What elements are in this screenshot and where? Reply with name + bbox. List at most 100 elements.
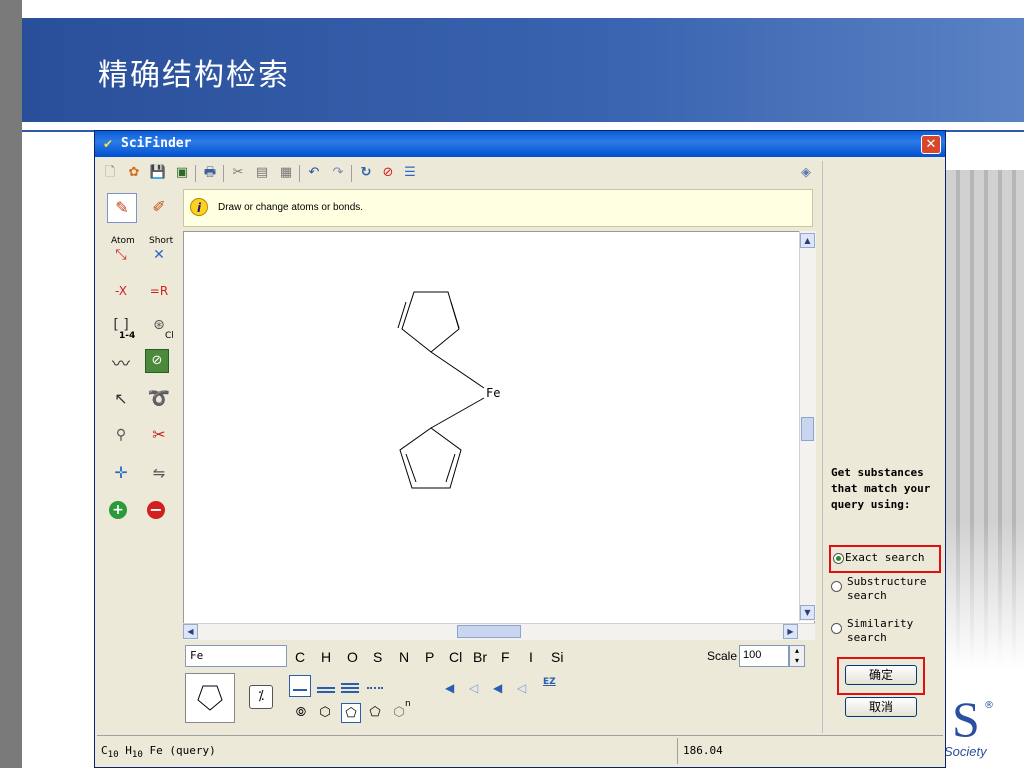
- exact-search-label: Exact search: [845, 551, 925, 564]
- element-button-s[interactable]: S: [373, 649, 382, 665]
- window-titlebar[interactable]: ✔ SciFinder ✕: [95, 131, 945, 157]
- undo-icon[interactable]: ↶: [305, 164, 323, 182]
- print-icon[interactable]: 🖶: [201, 164, 219, 182]
- chlorine-label: Cl: [165, 331, 174, 341]
- formula-carbon-count: 10: [107, 749, 119, 761]
- wavy-bond-icon[interactable]: 〰: [107, 351, 135, 379]
- wedge-bond-icon[interactable]: ◀: [445, 681, 454, 695]
- ok-button[interactable]: 确定: [845, 665, 917, 685]
- reverse-hashed-icon[interactable]: ◁: [517, 681, 526, 695]
- scroll-right-icon[interactable]: ▶: [783, 624, 798, 639]
- toolbar-separator: [223, 165, 224, 182]
- slide-left-strip: [0, 0, 22, 768]
- substructure-search-radio[interactable]: [831, 581, 842, 592]
- ring-template-preview[interactable]: [185, 673, 235, 723]
- element-button-i[interactable]: I: [529, 649, 533, 665]
- horizontal-scrollbar[interactable]: ◀ ▶: [183, 623, 815, 640]
- info-icon: i: [190, 198, 208, 216]
- fe-bond-upper: [430, 351, 485, 389]
- select-arrow-icon[interactable]: ↖: [107, 385, 135, 413]
- element-button-cl[interactable]: Cl: [449, 649, 462, 665]
- flip-icon[interactable]: ⇋: [145, 459, 173, 487]
- triple-bond-button[interactable]: [341, 683, 359, 693]
- lock-ring-icon[interactable]: ⊘: [145, 349, 169, 373]
- formula-hydrogen-count: 10: [131, 749, 143, 761]
- formula-rest: Fe (query): [142, 744, 216, 757]
- eraser-icon[interactable]: ✐: [145, 193, 173, 221]
- r-group-tool[interactable]: =R: [145, 277, 173, 305]
- lower-ring-double-bond: [405, 453, 417, 483]
- clear-icon[interactable]: ⊘: [379, 164, 397, 182]
- element-button-o[interactable]: O: [347, 649, 358, 665]
- shortcut-tool-icon[interactable]: ✕: [145, 241, 173, 269]
- delete-bond-icon[interactable]: ✂: [145, 421, 173, 449]
- scroll-up-icon[interactable]: ▲: [800, 233, 815, 248]
- redo-icon[interactable]: ↷: [329, 164, 347, 182]
- zoom-out-icon[interactable]: −: [147, 501, 165, 519]
- horizontal-scroll-thumb[interactable]: [457, 625, 521, 638]
- scale-spinner[interactable]: ▴ ▾: [789, 645, 805, 667]
- upper-cyclopentadienyl-ring: [401, 291, 460, 353]
- rotate-icon[interactable]: ✛: [107, 459, 135, 487]
- help-icon[interactable]: ◈: [797, 164, 815, 182]
- pencil-draw-icon[interactable]: ✎: [107, 193, 137, 223]
- close-button[interactable]: ✕: [921, 135, 941, 154]
- vertical-scrollbar[interactable]: ▲ ▼: [799, 231, 816, 621]
- vertical-scroll-thumb[interactable]: [801, 417, 814, 441]
- any-bond-button[interactable]: [367, 687, 383, 691]
- element-button-h[interactable]: H: [321, 649, 331, 665]
- hint-bar: i Draw or change atoms or bonds.: [183, 189, 813, 227]
- ez-stereo-button[interactable]: EZ: [543, 677, 556, 687]
- hashed-wedge-icon[interactable]: ◁: [469, 681, 478, 695]
- cut-icon[interactable]: ✂: [229, 164, 247, 182]
- atom-tool-icon[interactable]: ⤡: [107, 241, 135, 269]
- charge-tool-icon[interactable]: ⁒: [249, 685, 273, 709]
- reverse-wedge-icon[interactable]: ◀: [493, 681, 502, 695]
- substructure-search-label: Substructure search: [847, 575, 927, 602]
- element-button-p[interactable]: P: [425, 649, 434, 665]
- toolbar-separator: [195, 165, 196, 182]
- similarity-search-radio[interactable]: [831, 623, 842, 634]
- fe-bond-lower: [430, 397, 485, 429]
- drawing-palette: ✎ ✐ Atom ⤡ Short ✕ -X =R [ ] 1-4 ⊛ Cl 〰 …: [101, 189, 179, 729]
- lasso-icon[interactable]: ➰: [145, 385, 173, 413]
- element-button-si[interactable]: Si: [551, 649, 563, 665]
- copy-icon[interactable]: ▤: [253, 164, 271, 182]
- element-button-f[interactable]: F: [501, 649, 510, 665]
- scroll-left-icon[interactable]: ◀: [183, 624, 198, 639]
- acs-logo-glyph: S: [952, 691, 980, 747]
- scale-input[interactable]: 100: [739, 645, 789, 667]
- exact-search-radio[interactable]: [833, 553, 844, 564]
- cyclobutane-ring-icon[interactable]: ⬠: [365, 703, 385, 723]
- notes-icon[interactable]: ☰: [401, 164, 419, 182]
- open-template-icon[interactable]: ✿: [125, 164, 143, 182]
- molecular-weight: 186.04: [683, 744, 723, 757]
- variable-x-tool[interactable]: -X: [107, 277, 135, 305]
- single-bond-button[interactable]: [289, 675, 311, 697]
- save-icon[interactable]: 💾: [149, 164, 167, 182]
- refresh-icon[interactable]: ↻: [357, 164, 375, 182]
- hexagon-ring-icon[interactable]: ⬡: [315, 703, 335, 723]
- acs-registered-mark: ®: [984, 700, 994, 711]
- element-button-br[interactable]: Br: [473, 649, 487, 665]
- new-document-icon[interactable]: 🗋: [101, 164, 119, 182]
- similarity-search-label: Similarity search: [847, 617, 914, 644]
- element-button-c[interactable]: C: [295, 649, 305, 665]
- element-button-n[interactable]: N: [399, 649, 409, 665]
- zoom-in-icon[interactable]: +: [109, 501, 127, 519]
- upper-ring-double-bond: [450, 301, 460, 329]
- element-input[interactable]: Fe: [185, 645, 287, 667]
- pentagon-ring-icon[interactable]: ⬠: [341, 703, 361, 723]
- scroll-down-icon[interactable]: ▼: [800, 605, 815, 620]
- scale-label: Scale: [707, 649, 738, 663]
- double-bond-button[interactable]: [317, 687, 335, 693]
- drawing-canvas[interactable]: Fe: [183, 231, 815, 629]
- attach-point-icon[interactable]: ⚲: [107, 421, 135, 449]
- window-title: SciFinder: [121, 136, 192, 151]
- cancel-button[interactable]: 取消: [845, 697, 917, 717]
- ferrocene-ring-icon[interactable]: ⦾: [291, 703, 311, 723]
- scifinder-window: ✔ SciFinder ✕ 🗋 ✿ 💾 ▣ 🖶 ✂ ▤ ▦ ↶ ↷ ↻ ⊘ ☰ …: [94, 130, 946, 768]
- toolbar: 🗋 ✿ 💾 ▣ 🖶 ✂ ▤ ▦ ↶ ↷ ↻ ⊘ ☰ ◈: [101, 162, 821, 186]
- export-icon[interactable]: ▣: [173, 164, 191, 182]
- paste-icon[interactable]: ▦: [277, 164, 295, 182]
